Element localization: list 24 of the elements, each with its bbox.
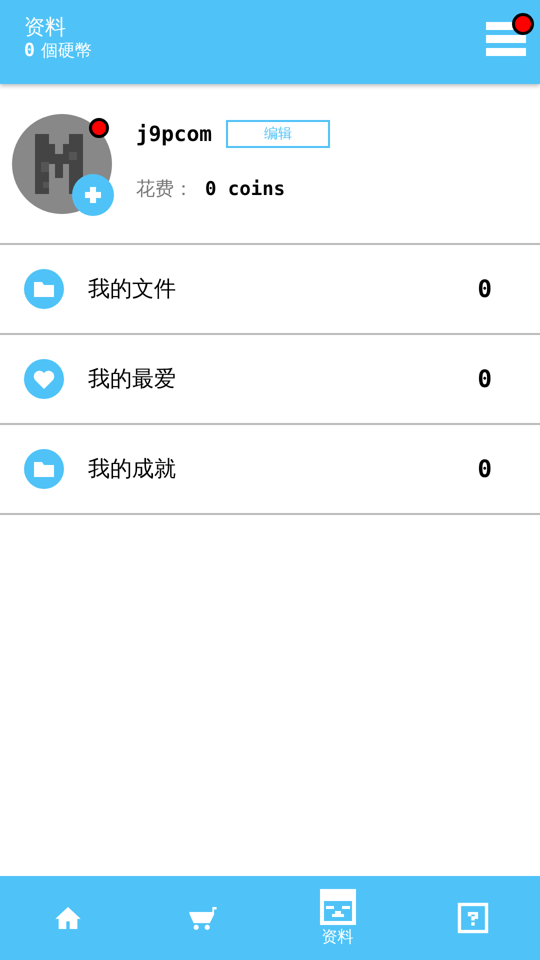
menu-label: 我的成就 <box>88 456 177 484</box>
menu-row[interactable]: 我的最爱 0 <box>0 335 540 425</box>
blocky-face-icon <box>320 888 356 924</box>
menu-row[interactable]: 我的成就 0 <box>0 425 540 515</box>
coin-count: 0 <box>24 40 35 60</box>
plus-icon <box>84 186 102 204</box>
menu-count: 0 <box>478 275 492 303</box>
coin-label: 個硬幣 <box>40 40 92 62</box>
home-icon <box>54 906 82 930</box>
menu-count: 0 <box>478 365 492 393</box>
cart-icon <box>188 905 217 931</box>
menu-row[interactable]: 我的文件 0 <box>0 245 540 335</box>
help-icon <box>457 902 488 934</box>
folder-icon <box>24 449 64 489</box>
block-m-icon <box>33 132 85 196</box>
menu-label: 我的文件 <box>88 276 177 304</box>
menu-label: 我的最爱 <box>88 366 177 394</box>
spent-label: 花费： <box>136 177 193 202</box>
spent-value: 0 coins <box>205 178 286 200</box>
page-title: 资料 <box>24 14 67 38</box>
add-photo-button[interactable] <box>72 174 114 216</box>
username: j9pcom <box>136 122 212 146</box>
folder-icon <box>24 269 64 309</box>
menu-count: 0 <box>478 455 492 483</box>
